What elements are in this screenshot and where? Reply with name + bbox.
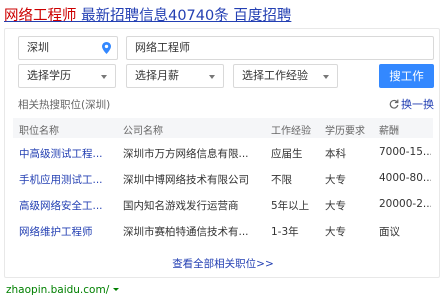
experience-select[interactable]: 选择工作经验	[233, 64, 338, 88]
city-value: 深圳	[27, 41, 49, 54]
experience-value: 应届生	[271, 148, 303, 160]
column-header: 职位名称	[19, 126, 59, 137]
source-url[interactable]: zhaopin.baidu.com/	[6, 284, 120, 296]
view-all-jobs-link[interactable]: 查看全部相关职位>>	[5, 256, 441, 271]
related-jobs-title: 相关热搜职位(深圳)	[18, 99, 111, 111]
title-rest: 最新招聘信息40740条 百度招聘	[76, 8, 292, 24]
salary-select[interactable]: 选择月薪	[126, 64, 224, 88]
result-title-link[interactable]: 网络工程师 最新招聘信息40740条 百度招聘	[4, 4, 291, 25]
job-title-link[interactable]: 网络维护工程师	[19, 224, 129, 239]
refresh-button[interactable]: 换一换	[389, 96, 434, 112]
table-row[interactable]: 中高级测试工程... 深圳市万方网络信息有限... 应届生 本科 7000-15…	[13, 140, 433, 166]
salary-value: 7000-15...	[379, 146, 431, 158]
source-url-text: zhaopin.baidu.com/	[6, 284, 110, 296]
job-title-link[interactable]: 高级网络安全工...	[19, 198, 129, 213]
keyword-input[interactable]: 网络工程师	[126, 36, 434, 60]
salary-value: 4000-80...	[379, 172, 431, 184]
title-keyword: 网络工程师	[4, 8, 77, 24]
salary-select-label: 选择月薪	[135, 69, 179, 82]
table-header: 职位名称 公司名称 工作经验 学历要求 薪酬	[13, 118, 433, 138]
education-value: 大专	[325, 226, 346, 238]
job-search-card: 深圳 网络工程师 选择学历 选择月薪 选择工作经验 搜工作 相关热搜职位(深圳)…	[4, 28, 440, 278]
table-row[interactable]: 高级网络安全工... 国内知名游戏发行运营商 5年以上 大专 20000-2..…	[13, 192, 433, 218]
experience-value: 5年以上	[271, 200, 310, 212]
education-select-label: 选择学历	[27, 69, 71, 82]
column-header: 学历要求	[325, 126, 365, 137]
education-value: 大专	[325, 174, 346, 186]
city-input[interactable]: 深圳	[18, 36, 118, 60]
company-name: 深圳市万方网络信息有限...	[123, 148, 249, 160]
education-select[interactable]: 选择学历	[18, 64, 116, 88]
company-name: 深圳中博网络技术有限公司	[123, 174, 249, 186]
column-header: 公司名称	[123, 126, 163, 137]
experience-value: 1-3年	[271, 226, 299, 238]
chevron-down-icon	[323, 75, 329, 79]
salary-value: 面议	[379, 226, 400, 238]
experience-value: 不限	[271, 174, 292, 186]
refresh-icon	[389, 99, 399, 109]
table-row[interactable]: 手机应用测试工... 深圳中博网络技术有限公司 不限 大专 4000-80...	[13, 166, 433, 192]
job-title-link[interactable]: 手机应用测试工...	[19, 172, 129, 187]
refresh-label: 换一换	[401, 98, 434, 111]
chevron-down-icon	[101, 75, 107, 79]
chevron-down-icon	[209, 75, 215, 79]
experience-select-label: 选择工作经验	[242, 69, 308, 82]
column-header: 工作经验	[271, 126, 311, 137]
company-name: 深圳市赛柏特通信技术有...	[123, 226, 249, 238]
table-row[interactable]: 网络维护工程师 深圳市赛柏特通信技术有... 1-3年 大专 面议	[13, 218, 433, 244]
location-pin-icon	[102, 42, 111, 54]
keyword-value: 网络工程师	[135, 41, 190, 54]
chevron-down-icon[interactable]	[113, 288, 120, 291]
search-jobs-button[interactable]: 搜工作	[379, 64, 434, 88]
column-header: 薪酬	[379, 126, 399, 137]
education-value: 本科	[325, 148, 346, 160]
company-name: 国内知名游戏发行运营商	[123, 200, 239, 212]
salary-value: 20000-2...	[379, 198, 431, 210]
education-value: 大专	[325, 200, 346, 212]
job-title-link[interactable]: 中高级测试工程...	[19, 146, 129, 161]
